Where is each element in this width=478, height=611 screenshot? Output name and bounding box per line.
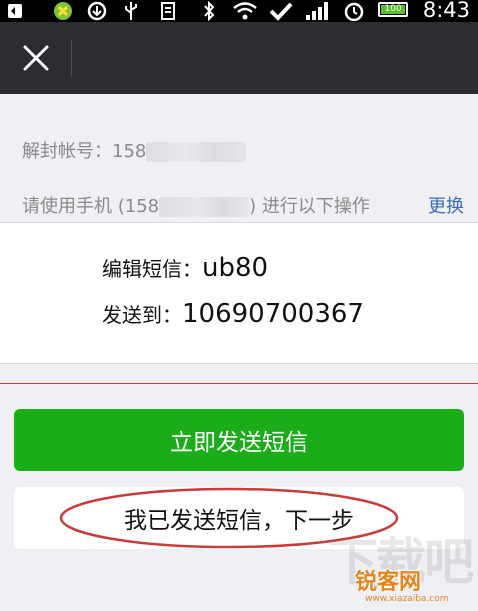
account-number-prefix: 158 (112, 141, 147, 162)
status-bar: 100 8:43 (0, 0, 478, 22)
alarm-icon (342, 1, 366, 21)
info-section: 解封帐号：158 请使用手机 (158) 进行以下操作 更换 (0, 94, 478, 221)
change-phone-link[interactable]: 更换 (428, 192, 464, 218)
signal-icon (304, 1, 332, 21)
wifi-icon (232, 1, 258, 21)
account-label: 解封帐号： (22, 141, 112, 162)
instruction-suffix: ) 进行以下操作 (249, 196, 370, 217)
instruction-line: 请使用手机 (158 ) 进行以下操作 (22, 192, 370, 218)
send-to-label: 发送到： (102, 303, 182, 327)
account-line: 解封帐号：158 (22, 137, 247, 163)
download-icon (86, 1, 108, 21)
bluetooth-icon (202, 1, 216, 21)
sms-card: 编辑短信：ub80 发送到：10690700367 (0, 222, 478, 364)
send-to-row: 发送到：10690700367 (102, 299, 364, 329)
file-icon (160, 1, 176, 21)
account-number-redacted (146, 142, 247, 162)
close-button[interactable] (14, 36, 58, 80)
instruction-number-prefix: 158 (124, 196, 160, 217)
title-bar (0, 22, 478, 94)
instruction-number-redacted (159, 197, 250, 217)
check-icon (268, 1, 294, 21)
edit-sms-label: 编辑短信： (102, 257, 202, 281)
watermark-brand: 锐客网 (355, 570, 422, 595)
usb-icon (122, 1, 140, 21)
next-step-button[interactable]: 我已发送短信，下一步 (14, 487, 464, 549)
battery-icon: 100 (378, 2, 408, 17)
instruction-prefix: 请使用手机 ( (22, 196, 125, 217)
status-time: 8:43 (422, 0, 470, 22)
app-notification-icon (52, 1, 74, 21)
edit-sms-value: ub80 (202, 253, 269, 283)
battery-level: 100 (381, 5, 405, 14)
annotation-red-line (0, 383, 478, 384)
watermark-url: www.xiazaiba.com (365, 594, 449, 604)
title-divider (71, 40, 72, 76)
send-sms-button[interactable]: 立即发送短信 (14, 409, 464, 471)
close-icon (23, 45, 49, 71)
send-to-value: 10690700367 (182, 299, 364, 329)
edit-sms-row: 编辑短信：ub80 (102, 253, 268, 283)
usb-debug-icon (6, 1, 24, 21)
